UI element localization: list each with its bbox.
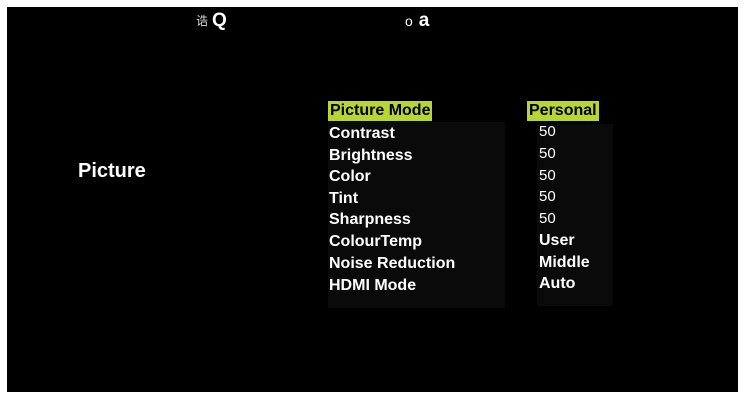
menu-item-picture-mode[interactable]: Picture Mode	[328, 101, 433, 121]
menu-item-colour-temp[interactable]: ColourTemp	[329, 232, 422, 252]
value-sharpness: 50	[539, 210, 556, 227]
menu-item-noise-reduction[interactable]: Noise Reduction	[329, 254, 455, 274]
value-noise-reduction: Middle	[539, 254, 590, 271]
top-right-glyph: o	[405, 12, 413, 29]
section-title: Picture	[76, 160, 148, 183]
menu-item-brightness[interactable]: Brightness	[329, 146, 413, 166]
top-left-letter: Q	[212, 9, 227, 31]
value-contrast: 50	[539, 123, 556, 140]
top-left-glyph: 诰	[196, 14, 209, 28]
menu-item-contrast[interactable]: Contrast	[329, 124, 395, 144]
value-color: 50	[539, 167, 556, 184]
value-tint: 50	[539, 188, 556, 205]
menu-item-hdmi-mode[interactable]: HDMI Mode	[329, 276, 416, 296]
value-colour-temp: User	[539, 232, 575, 249]
menu-item-tint[interactable]: Tint	[329, 189, 358, 209]
value-picture-mode: Personal	[527, 101, 599, 121]
top-right-letter: a	[418, 9, 430, 31]
top-left-indicator: 诰 Q	[196, 7, 227, 34]
value-brightness: 50	[539, 145, 556, 162]
top-right-indicator: o a	[405, 7, 429, 34]
menu-item-color[interactable]: Color	[329, 167, 371, 187]
menu-item-sharpness[interactable]: Sharpness	[329, 210, 411, 230]
top-bar: 诰 Q o a	[196, 7, 437, 34]
value-hdmi-mode: Auto	[539, 275, 576, 292]
